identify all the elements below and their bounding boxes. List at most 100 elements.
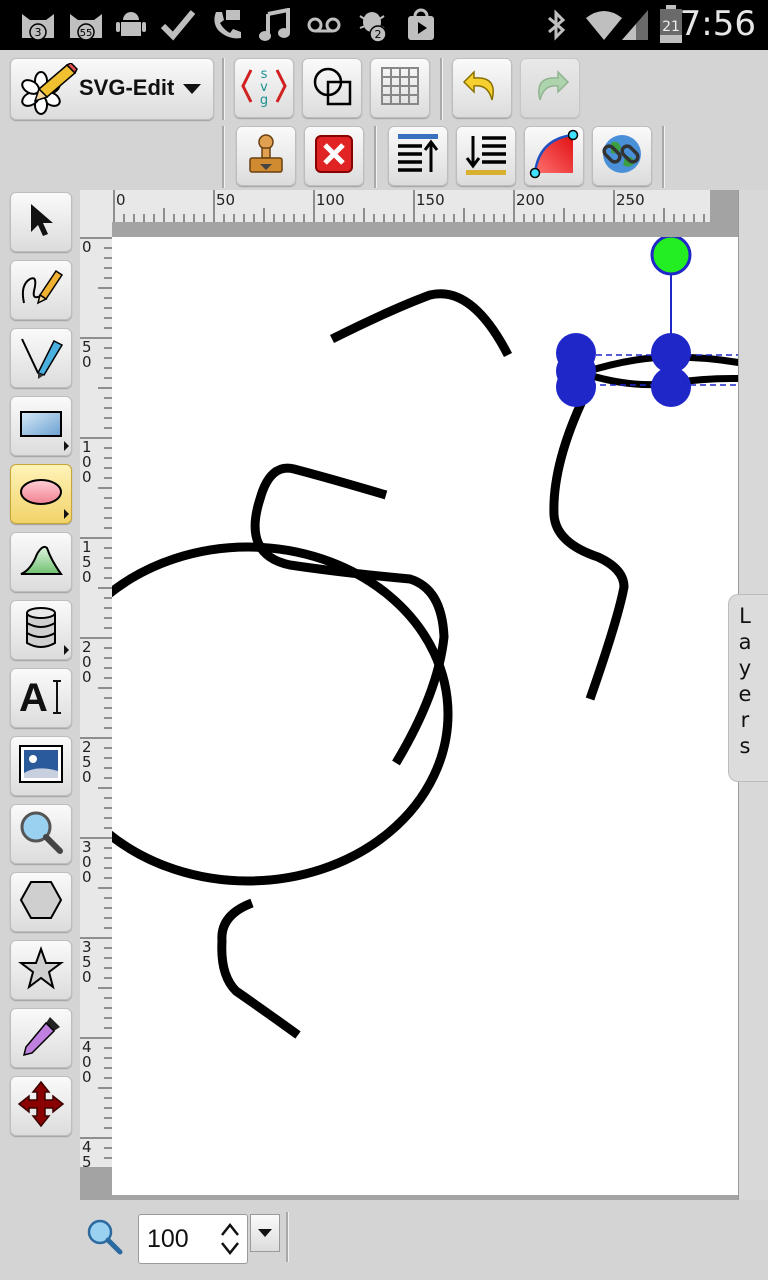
wireframe-button[interactable] (302, 58, 362, 118)
grid-icon (376, 62, 424, 114)
move-to-bottom-icon (462, 130, 510, 182)
bug-notification-icon: 2 (356, 8, 392, 42)
flyout-indicator (64, 645, 69, 655)
zoom-dropdown-button[interactable] (250, 1214, 280, 1252)
android-icon (116, 8, 146, 42)
select-tool-button[interactable] (10, 192, 72, 252)
notif-badge-1: 3 (35, 26, 42, 39)
ruler-label: 50 (82, 338, 92, 371)
notif-badge-2: 55 (80, 28, 93, 39)
drawn-path (217, 898, 301, 1039)
undo-button[interactable] (452, 58, 512, 118)
toolbar-separator (440, 58, 443, 120)
chevron-down-icon (183, 84, 201, 94)
rectangle-tool-icon (17, 404, 65, 448)
layers-panel-tab[interactable]: Layers Layers (728, 594, 768, 782)
ellipse-tool-icon (17, 472, 65, 516)
delete-button[interactable] (304, 126, 364, 186)
resize-handle (651, 367, 691, 407)
sip-call-icon (210, 8, 244, 42)
rotate-handle (650, 237, 692, 276)
music-icon (258, 8, 292, 42)
zoom-input[interactable]: 100 (138, 1214, 248, 1264)
text-tool-button[interactable]: A (10, 668, 72, 728)
bluetooth-icon (544, 8, 570, 42)
drawn-ellipse (112, 542, 453, 886)
shape-library-icon (21, 605, 61, 655)
path-tool-button[interactable] (10, 532, 72, 592)
svg-canvas[interactable] (112, 237, 738, 1195)
ruler-label: 250 (82, 738, 92, 786)
pen-tool-icon (18, 333, 64, 383)
svg-edit-logo-icon (17, 62, 79, 121)
drawn-path (329, 289, 513, 358)
ruler-label: 50 (216, 191, 236, 209)
ruler-label: 100 (316, 191, 345, 209)
pen-tool-button[interactable] (10, 328, 72, 388)
clock: 7:56 (679, 4, 756, 44)
layers-letter: y (738, 656, 752, 680)
import-button[interactable] (236, 126, 296, 186)
move-to-bottom-button[interactable] (456, 126, 516, 186)
redo-button[interactable] (520, 58, 580, 118)
star-tool-button[interactable] (10, 940, 72, 1000)
flyout-indicator (64, 441, 69, 451)
grid-button[interactable] (370, 58, 430, 118)
ruler-label: 100 (82, 438, 92, 486)
battery-level: 21 (662, 19, 680, 35)
ruler-label: 0 (82, 238, 92, 256)
move-to-top-icon (394, 130, 442, 182)
flyout-indicator (64, 509, 69, 519)
chevron-down-icon (258, 1229, 272, 1237)
resize-handle (556, 367, 596, 407)
polygon-tool-button[interactable] (10, 872, 72, 932)
convert-to-path-button[interactable] (524, 126, 584, 186)
cat-notification-icon: 3 (18, 8, 58, 42)
pencil-tool-button[interactable] (10, 260, 72, 320)
select-tool-icon (21, 200, 61, 244)
main-menu-button[interactable]: SVG-Edit (10, 58, 214, 120)
zoom-value: 100 (147, 1225, 189, 1253)
svg-text:g: g (260, 93, 268, 108)
zoom-tool-button[interactable] (10, 804, 72, 864)
spinner-icon[interactable] (219, 1221, 241, 1261)
pan-tool-icon (17, 1080, 65, 1132)
toolbar-separator (222, 58, 225, 120)
toolbar-separator (662, 126, 665, 188)
toolbar-separator (222, 126, 225, 188)
ruler-corner (80, 190, 112, 222)
ruler-label: 400 (82, 1038, 92, 1086)
ruler-label: 200 (516, 191, 545, 209)
delete-icon (310, 130, 358, 182)
layers-letter: a (738, 630, 752, 654)
vertical-ruler: 0 50 100 150 200 250 300 350 400 45 (80, 222, 112, 1170)
eyedropper-tool-button[interactable] (10, 1008, 72, 1068)
rectangle-tool-button[interactable] (10, 396, 72, 456)
ruler-label: 250 (616, 191, 645, 209)
app-name: SVG-Edit (79, 75, 175, 100)
layers-label: Layers Layers (729, 603, 761, 759)
pan-tool-button[interactable] (10, 1076, 72, 1136)
polygon-tool-icon (17, 878, 65, 926)
zoom-icon (86, 1218, 124, 1260)
zoom-tool-icon (17, 808, 65, 860)
drawn-path (549, 395, 629, 701)
toolbar-separator (286, 1212, 289, 1262)
ellipse-tool-button[interactable] (10, 464, 72, 524)
redo-icon (526, 62, 574, 114)
layers-letter: L (739, 604, 751, 628)
ruler-label: 0 (116, 191, 126, 209)
eyedropper-tool-icon (18, 1013, 64, 1063)
star-tool-icon (18, 946, 64, 994)
selected-element (556, 237, 738, 407)
layers-letter: e (738, 682, 752, 706)
image-tool-icon (17, 743, 65, 789)
move-to-top-button[interactable] (388, 126, 448, 186)
image-tool-button[interactable] (10, 736, 72, 796)
link-button[interactable] (592, 126, 652, 186)
shape-library-button[interactable] (10, 600, 72, 660)
notif-badge-3: 2 (375, 28, 382, 41)
svg-source-button[interactable]: s v g (234, 58, 294, 118)
import-icon (242, 130, 290, 182)
voicemail-icon (306, 8, 342, 42)
